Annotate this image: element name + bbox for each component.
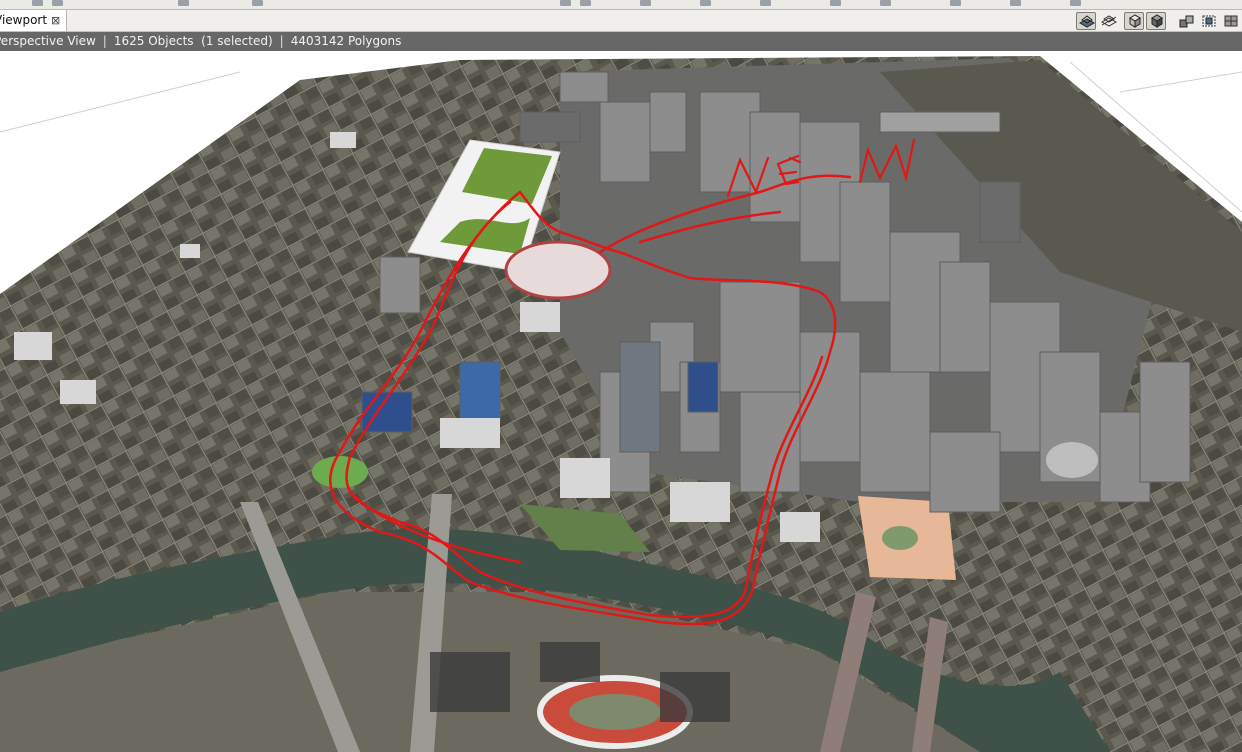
toolbar-icon[interactable] bbox=[178, 0, 189, 6]
textured-mode-icon bbox=[1151, 14, 1163, 28]
close-icon[interactable]: ⊠ bbox=[51, 10, 60, 31]
grid-snap-icon bbox=[1224, 15, 1238, 27]
toolbar-icon[interactable] bbox=[560, 0, 571, 6]
view-mode-toolbar bbox=[1076, 12, 1238, 30]
toolbar-icon[interactable] bbox=[252, 0, 263, 6]
toolbar-icon[interactable] bbox=[32, 0, 43, 6]
toolbar-icon[interactable] bbox=[52, 0, 63, 6]
lighting-button[interactable] bbox=[1176, 12, 1196, 30]
toolbar-icon[interactable] bbox=[880, 0, 891, 6]
toolbar-icon[interactable] bbox=[760, 0, 771, 6]
view-mode-label: Perspective View bbox=[0, 34, 96, 48]
wireframe-mode-button[interactable] bbox=[1076, 12, 1096, 30]
toolbar-icon[interactable] bbox=[700, 0, 711, 6]
lighting-icon bbox=[1179, 15, 1194, 28]
toolbar-icon[interactable] bbox=[950, 0, 961, 6]
viewport-status-bar: Perspective View | 1625 Objects (1 selecte… bbox=[0, 32, 1242, 51]
tab-viewport[interactable]: Viewport ⊠ bbox=[0, 10, 67, 31]
city-terrain bbox=[0, 56, 1242, 752]
polygon-count: 4403142 Polygons bbox=[290, 34, 402, 48]
hidden-line-button[interactable] bbox=[1098, 12, 1118, 30]
shaded-mode-button[interactable] bbox=[1124, 12, 1144, 30]
toolbar-icon[interactable] bbox=[1070, 0, 1081, 6]
hidden-line-icon bbox=[1101, 15, 1117, 27]
selection-count: (1 selected) bbox=[201, 34, 273, 48]
shaded-mode-icon bbox=[1129, 14, 1141, 28]
textured-mode-button[interactable] bbox=[1146, 12, 1166, 30]
selection-box-icon bbox=[1202, 15, 1216, 27]
viewport-tab-bar: Viewport ⊠ bbox=[0, 10, 1242, 32]
toolbar-icon[interactable] bbox=[830, 0, 841, 6]
toolbar-icon[interactable] bbox=[640, 0, 651, 6]
toolbar-icon[interactable] bbox=[1010, 0, 1021, 6]
toolbar-icon[interactable] bbox=[580, 0, 591, 6]
object-count: 1625 Objects bbox=[113, 34, 194, 48]
arena-dome bbox=[504, 240, 612, 300]
grid-snap-button[interactable] bbox=[1220, 12, 1240, 30]
selection-box-button[interactable] bbox=[1198, 12, 1218, 30]
tab-viewport-label: Viewport bbox=[0, 13, 48, 27]
top-toolbar bbox=[0, 0, 1242, 10]
wireframe-mode-icon bbox=[1079, 15, 1095, 28]
perspective-viewport[interactable] bbox=[0, 32, 1242, 752]
